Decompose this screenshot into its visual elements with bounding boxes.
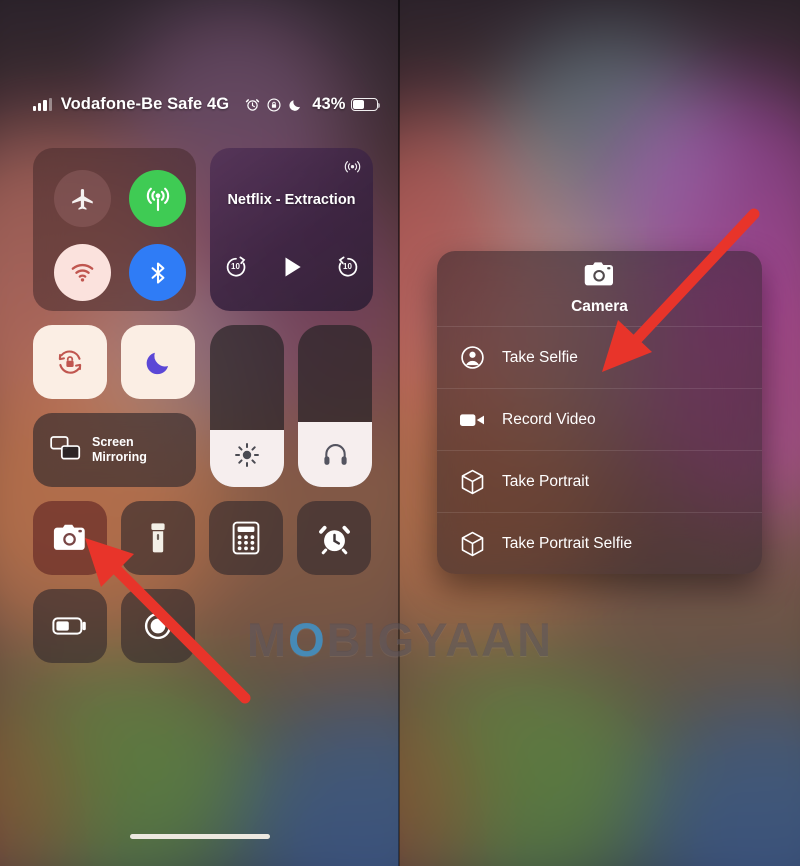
watermark: MOBIGYAAN: [246, 613, 554, 666]
rotation-lock-icon: [58, 350, 82, 374]
status-bar: Vodafone-Be Safe 4G 43%: [33, 95, 380, 114]
signal-bars-icon: [33, 98, 52, 111]
right-phone-screen: Camera Take Selfie Record Video Take Por…: [399, 0, 800, 866]
panel-divider: [398, 0, 400, 866]
screen-mirroring-icon: [50, 435, 81, 466]
airplane-mode-toggle[interactable]: [54, 170, 111, 227]
menu-item-take-portrait-selfie[interactable]: Take Portrait Selfie: [437, 512, 762, 574]
camera-shortcut[interactable]: [33, 501, 107, 575]
alarm-clock-icon: [245, 97, 260, 112]
brightness-slider[interactable]: [210, 325, 284, 487]
timer-shortcut[interactable]: [297, 501, 371, 575]
menu-item-label: Take Portrait: [502, 472, 590, 490]
wifi-toggle[interactable]: [54, 244, 111, 301]
screen-mirroring-tile[interactable]: Screen Mirroring: [33, 413, 196, 487]
cellular-icon: [146, 187, 169, 211]
cellular-data-toggle[interactable]: [129, 170, 186, 227]
video-camera-icon: [459, 410, 485, 430]
camera-context-menu: Camera Take Selfie Record Video Take Por…: [437, 251, 762, 574]
context-menu-header: Camera: [437, 251, 762, 326]
menu-item-label: Record Video: [502, 410, 596, 428]
home-indicator: [129, 833, 270, 839]
menu-item-take-portrait[interactable]: Take Portrait: [437, 450, 762, 512]
flashlight-shortcut[interactable]: [121, 501, 195, 575]
screen-mirroring-label: Screen Mirroring: [92, 435, 147, 464]
moon-icon: [146, 352, 169, 375]
carrier-label: Vodafone-Be Safe 4G: [60, 95, 230, 113]
menu-item-record-video[interactable]: Record Video: [437, 388, 762, 450]
battery-icon: [350, 98, 380, 111]
camera-icon: [53, 524, 85, 550]
camera-icon: [583, 261, 616, 293]
bluetooth-icon: [151, 261, 164, 284]
flashlight-icon: [151, 523, 165, 553]
forward-10-button[interactable]: 10: [335, 254, 361, 285]
control-center: Netflix - Extraction 10 10 Screen Mirror…: [33, 148, 373, 663]
alarm-clock-icon: [318, 525, 350, 554]
do-not-disturb-tile[interactable]: [121, 325, 195, 399]
calculator-icon: [232, 521, 260, 555]
volume-slider[interactable]: [298, 325, 372, 487]
calculator-shortcut[interactable]: [209, 501, 283, 575]
headphones-icon: [298, 440, 372, 469]
menu-item-take-selfie[interactable]: Take Selfie: [437, 326, 762, 388]
rotation-lock-icon: [267, 97, 281, 112]
airplay-icon[interactable]: [343, 158, 362, 182]
left-phone-screen: Vodafone-Be Safe 4G 43% Netflix - Extrac…: [0, 0, 399, 866]
brightness-icon: [210, 441, 284, 469]
now-playing-title: Netflix - Extraction: [227, 192, 356, 208]
person-circle-icon: [459, 345, 485, 370]
menu-item-label: Take Portrait Selfie: [502, 534, 633, 552]
wifi-icon: [71, 263, 94, 282]
rotation-lock-tile[interactable]: [33, 325, 107, 399]
forward-seconds-label: 10: [343, 261, 352, 271]
rewind-seconds-label: 10: [231, 261, 240, 271]
screenshot-stage: Vodafone-Be Safe 4G 43% Netflix - Extrac…: [0, 0, 800, 866]
battery-percent-label: 43%: [312, 95, 346, 113]
context-menu-title: Camera: [571, 298, 628, 315]
connectivity-tile[interactable]: [33, 148, 196, 311]
play-button[interactable]: [279, 252, 305, 287]
menu-item-label: Take Selfie: [502, 348, 578, 366]
bluetooth-toggle[interactable]: [129, 244, 186, 301]
now-playing-tile[interactable]: Netflix - Extraction 10 10: [210, 148, 373, 311]
rewind-10-button[interactable]: 10: [223, 254, 249, 285]
crescent-moon-icon: [288, 98, 302, 112]
cube-icon: [459, 469, 485, 495]
airplane-icon: [71, 188, 93, 210]
cube-icon: [459, 531, 485, 557]
